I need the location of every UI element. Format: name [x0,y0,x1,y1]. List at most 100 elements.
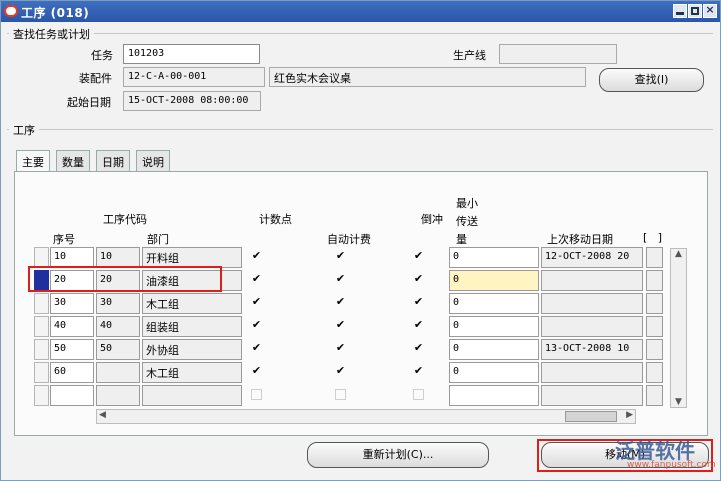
op-code-cell[interactable] [96,362,140,383]
scroll-right-icon[interactable]: ▶ [626,410,633,420]
min-transfer-cell[interactable]: 0 [449,270,539,291]
row-extra-cell[interactable] [646,247,663,268]
scroll-up-icon[interactable]: ▲ [671,249,686,259]
row-selector[interactable] [34,362,49,383]
row-selector[interactable] [34,293,49,314]
row-selector[interactable] [34,339,49,360]
seq-cell[interactable]: 10 [50,247,94,268]
last-move-date-cell[interactable]: 12-OCT-2008 20 [541,247,643,268]
min-transfer-cell[interactable]: 0 [449,316,539,337]
last-move-date-cell[interactable] [541,316,643,337]
backflush-checkbox[interactable]: ✔ [413,296,424,308]
task-label: 任务 [91,49,113,62]
ops-section-divider [7,129,713,130]
last-move-date-cell[interactable] [541,385,643,406]
row-extra-cell[interactable] [646,362,663,383]
row-extra-cell[interactable] [646,339,663,360]
count-point-checkbox[interactable] [251,389,262,400]
seq-cell[interactable] [50,385,94,406]
department-cell[interactable]: 木工组 [142,293,242,314]
department-cell[interactable]: 组装组 [142,316,242,337]
count-point-checkbox[interactable]: ✔ [251,342,262,354]
oracle-app-icon [4,5,18,17]
row-selector[interactable] [34,247,49,268]
task-field[interactable]: 101203 [123,44,260,64]
backflush-checkbox[interactable]: ✔ [413,319,424,331]
department-cell[interactable]: 木工组 [142,362,242,383]
tab-quantity[interactable]: 数量 [56,150,90,171]
auto-charge-checkbox[interactable]: ✔ [335,273,346,285]
scroll-down-icon[interactable]: ▼ [671,397,686,407]
scroll-thumb[interactable] [565,411,617,422]
horizontal-scrollbar[interactable]: ◀ ▶ [96,409,636,424]
count-point-checkbox[interactable]: ✔ [251,319,262,331]
auto-charge-checkbox[interactable]: ✔ [335,296,346,308]
assembly-description-field[interactable]: 红色实木会议桌 [269,67,586,87]
min-transfer-cell[interactable]: 0 [449,293,539,314]
last-move-date-cell[interactable] [541,362,643,383]
line-field[interactable] [499,44,617,64]
auto-charge-checkbox[interactable] [335,389,346,400]
header-seq: 序号 [53,233,75,246]
tab-dates[interactable]: 日期 [96,150,130,171]
count-point-checkbox[interactable]: ✔ [251,273,262,285]
ops-section-label: 工序 [9,122,39,138]
last-move-date-cell[interactable] [541,270,643,291]
seq-cell[interactable]: 60 [50,362,94,383]
maximize-icon [691,7,699,15]
op-code-cell[interactable] [96,385,140,406]
assembly-field[interactable]: 12-C-A-00-001 [123,67,265,87]
op-code-cell[interactable]: 50 [96,339,140,360]
backflush-checkbox[interactable]: ✔ [413,342,424,354]
last-move-date-cell[interactable]: 13-OCT-2008 10 [541,339,643,360]
backflush-checkbox[interactable]: ✔ [413,250,424,262]
op-code-cell[interactable]: 30 [96,293,140,314]
start-date-field[interactable]: 15-OCT-2008 08:00:00 [123,91,261,111]
backflush-checkbox[interactable] [413,389,424,400]
header-count-point: 计数点 [259,213,292,226]
row-extra-cell[interactable] [646,293,663,314]
minimize-button[interactable] [673,4,687,18]
tab-description[interactable]: 说明 [136,150,170,171]
row-selector[interactable] [34,316,49,337]
seq-cell[interactable]: 50 [50,339,94,360]
reschedule-button[interactable]: 重新计划(C)... [307,442,489,468]
min-transfer-cell[interactable]: 0 [449,339,539,360]
auto-charge-checkbox[interactable]: ✔ [335,319,346,331]
find-button[interactable]: 查找(I) [599,68,704,92]
op-code-cell[interactable]: 10 [96,247,140,268]
window-title: 工序 (018) [21,6,90,20]
scroll-left-icon[interactable]: ◀ [99,410,106,420]
department-cell[interactable] [142,385,242,406]
close-button[interactable]: × [703,3,717,18]
row-extra-cell[interactable] [646,385,663,406]
min-transfer-cell[interactable]: 0 [449,247,539,268]
min-transfer-cell[interactable]: 0 [449,362,539,383]
backflush-checkbox[interactable]: ✔ [413,273,424,285]
line-label: 生产线 [453,49,486,62]
tab-main[interactable]: 主要 [16,150,50,172]
seq-cell[interactable]: 30 [50,293,94,314]
department-cell[interactable]: 开料组 [142,247,242,268]
operations-window: 工序 (018) × 查找任务或计划 任务 101203 生产线 装配件 12-… [0,0,721,481]
maximize-button[interactable] [688,4,702,18]
seq-cell[interactable]: 40 [50,316,94,337]
vertical-scrollbar[interactable]: ▲ ▼ [670,248,687,408]
count-point-checkbox[interactable]: ✔ [251,296,262,308]
backflush-checkbox[interactable]: ✔ [413,365,424,377]
op-code-cell[interactable]: 40 [96,316,140,337]
search-section-label: 查找任务或计划 [9,26,94,42]
last-move-date-cell[interactable] [541,293,643,314]
auto-charge-checkbox[interactable]: ✔ [335,250,346,262]
count-point-checkbox[interactable]: ✔ [251,365,262,377]
count-point-checkbox[interactable]: ✔ [251,250,262,262]
min-transfer-cell[interactable] [449,385,539,406]
auto-charge-checkbox[interactable]: ✔ [335,365,346,377]
row-extra-cell[interactable] [646,316,663,337]
auto-charge-checkbox[interactable]: ✔ [335,342,346,354]
row-extra-cell[interactable] [646,270,663,291]
row-selector[interactable] [34,385,49,406]
title-bar: 工序 (018) × [1,1,720,22]
header-min-transfer-1: 最小 [456,197,478,210]
department-cell[interactable]: 外协组 [142,339,242,360]
